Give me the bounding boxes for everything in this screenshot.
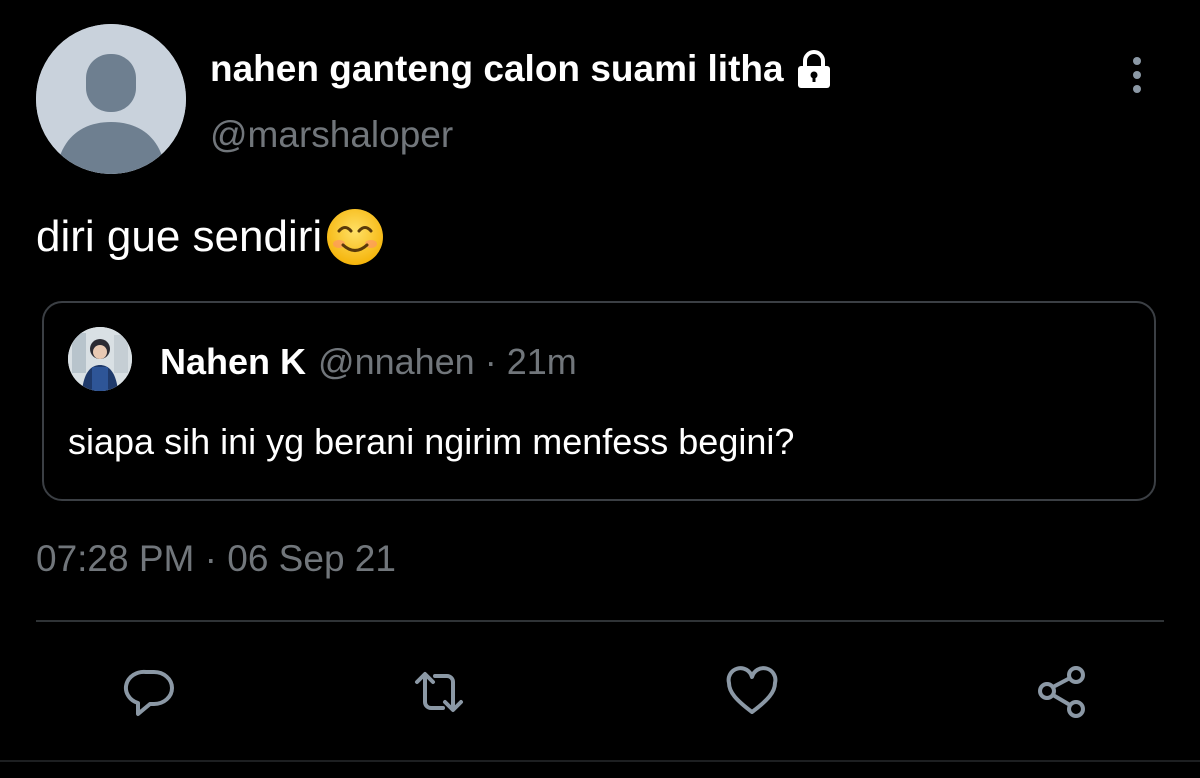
more-vertical-icon[interactable] xyxy=(1122,54,1152,96)
retweet-button[interactable] xyxy=(411,664,467,720)
quoted-author-name[interactable]: Nahen K xyxy=(160,341,306,383)
reply-button[interactable] xyxy=(122,664,178,720)
smiling-face-emoji-icon xyxy=(324,206,386,268)
lock-icon xyxy=(792,47,836,91)
author-handle[interactable]: @marshaloper xyxy=(210,114,453,156)
share-button[interactable] xyxy=(1034,664,1090,720)
tweet-text-content: diri gue sendiri xyxy=(36,212,323,261)
like-button[interactable] xyxy=(724,664,780,720)
quoted-tweet-text: siapa sih ini yg berani ngirim menfess b… xyxy=(68,421,795,462)
tweet-timestamp[interactable]: 07:28 PM · 06 Sep 21 xyxy=(36,538,396,580)
author-display-name[interactable]: nahen ganteng calon suami litha xyxy=(210,48,784,90)
default-avatar-icon xyxy=(36,24,186,174)
quoted-tweet-header: Nahen K @nnahen · 21m xyxy=(160,341,577,383)
quoted-tweet-card[interactable]: Nahen K @nnahen · 21m siapa sih ini yg b… xyxy=(42,301,1156,501)
reply-icon xyxy=(123,669,174,716)
bottom-divider xyxy=(0,760,1200,762)
quoted-author-meta: @nnahen · 21m xyxy=(318,341,577,382)
heart-icon xyxy=(726,666,778,714)
quoted-author-avatar[interactable] xyxy=(68,327,132,391)
divider xyxy=(36,620,1164,622)
author-avatar[interactable] xyxy=(36,24,186,174)
author-name-row: nahen ganteng calon suami litha xyxy=(210,46,836,92)
share-icon xyxy=(1038,666,1085,718)
tweet-text: diri gue sendiri xyxy=(36,206,386,268)
retweet-icon xyxy=(415,672,463,712)
